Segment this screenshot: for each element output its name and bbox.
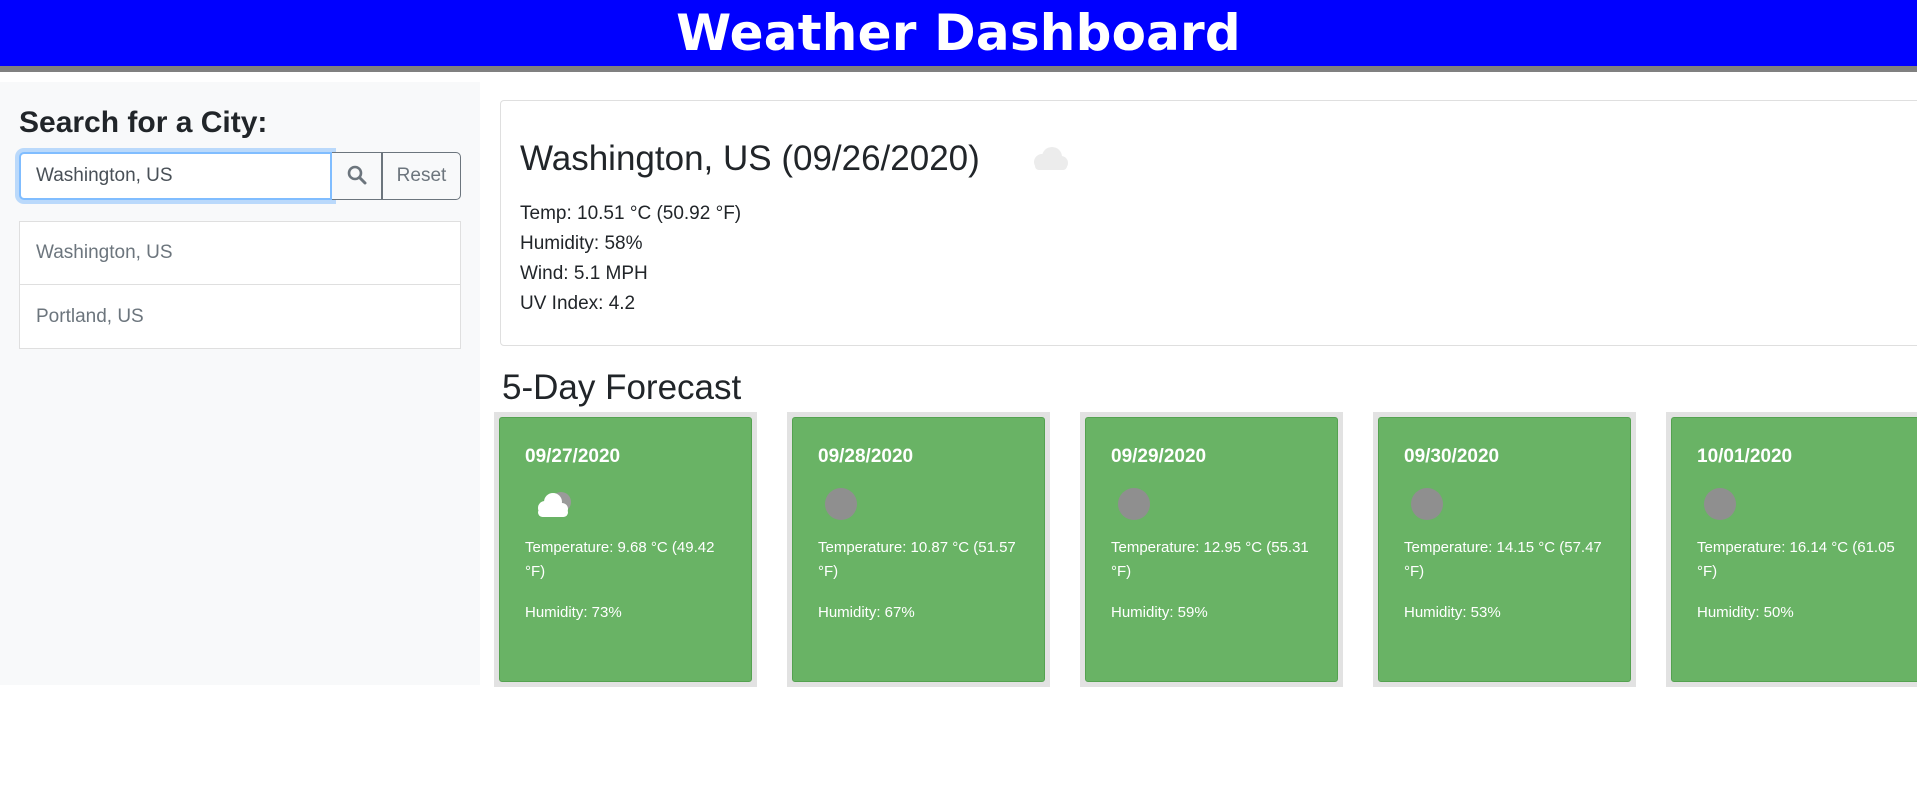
search-icon xyxy=(347,165,367,188)
history-item-washington[interactable]: Washington, US xyxy=(19,221,461,285)
forecast-card-body: 09/29/2020 Temperature: 12.95 °C (55.31 … xyxy=(1085,417,1338,682)
main-layout: Search for a City: Reset Washington, US … xyxy=(0,82,1917,687)
app-header: Weather Dashboard xyxy=(0,0,1917,72)
weather-icon xyxy=(1410,484,1606,524)
search-history-list: Washington, US Portland, US xyxy=(19,221,461,349)
forecast-humidity: Humidity: 59% xyxy=(1111,604,1208,621)
forecast-humidity: Humidity: 50% xyxy=(1697,604,1794,621)
forecast-card-day-1: 09/27/2020 Temperature: 9.68 °C (49.42 °… xyxy=(494,412,757,687)
forecast-date: 09/28/2020 xyxy=(818,446,914,467)
forecast-card-day-5: 10/01/2020 Temperature: 16.14 °C (61.05 … xyxy=(1666,412,1917,687)
search-sidebar: Search for a City: Reset Washington, US … xyxy=(0,82,480,685)
weather-icon xyxy=(824,484,1020,524)
forecast-date: 09/30/2020 xyxy=(1404,446,1500,467)
weather-content: Washington, US (09/26/2020) Temp: 10.51 … xyxy=(480,82,1917,687)
cloud-icon xyxy=(1026,145,1070,173)
city-search-input[interactable] xyxy=(19,152,332,200)
search-form: Reset xyxy=(19,152,461,200)
current-wind: Wind: 5.1 MPH xyxy=(520,263,648,284)
forecast-temperature: Temperature: 16.14 °C (61.05 °F) xyxy=(1697,539,1895,580)
partly-cloudy-icon xyxy=(531,484,727,524)
forecast-row: 09/27/2020 Temperature: 9.68 °C (49.42 °… xyxy=(494,412,1917,687)
reset-button[interactable]: Reset xyxy=(382,152,461,200)
history-item-portland[interactable]: Portland, US xyxy=(19,285,461,349)
current-uv-index: UV Index: 4.2 xyxy=(520,293,636,314)
forecast-card-body: 09/27/2020 Temperature: 9.68 °C (49.42 °… xyxy=(499,417,752,682)
forecast-temperature: Temperature: 10.87 °C (51.57 °F) xyxy=(818,539,1016,580)
forecast-date: 09/27/2020 xyxy=(525,446,621,467)
forecast-humidity: Humidity: 53% xyxy=(1404,604,1501,621)
city-title-row: Washington, US (09/26/2020) xyxy=(520,139,1909,179)
forecast-humidity: Humidity: 73% xyxy=(525,604,622,621)
forecast-card-day-4: 09/30/2020 Temperature: 14.15 °C (57.47 … xyxy=(1373,412,1636,687)
forecast-card-body: 09/30/2020 Temperature: 14.15 °C (57.47 … xyxy=(1378,417,1631,682)
forecast-card-body: 09/28/2020 Temperature: 10.87 °C (51.57 … xyxy=(792,417,1045,682)
forecast-card-body: 10/01/2020 Temperature: 16.14 °C (61.05 … xyxy=(1671,417,1917,682)
forecast-date: 10/01/2020 xyxy=(1697,446,1793,467)
app-title: Weather Dashboard xyxy=(676,4,1241,62)
current-temp: Temp: 10.51 °C (50.92 °F) xyxy=(520,203,742,224)
forecast-temperature: Temperature: 14.15 °C (57.47 °F) xyxy=(1404,539,1602,580)
city-title: Washington, US (09/26/2020) xyxy=(520,139,980,178)
forecast-card-day-3: 09/29/2020 Temperature: 12.95 °C (55.31 … xyxy=(1080,412,1343,687)
current-humidity: Humidity: 58% xyxy=(520,233,643,254)
weather-icon xyxy=(1117,484,1313,524)
forecast-date: 09/29/2020 xyxy=(1111,446,1207,467)
current-weather-card: Washington, US (09/26/2020) Temp: 10.51 … xyxy=(500,100,1917,346)
forecast-temperature: Temperature: 12.95 °C (55.31 °F) xyxy=(1111,539,1309,580)
forecast-heading: 5-Day Forecast xyxy=(502,368,742,407)
forecast-card-day-2: 09/28/2020 Temperature: 10.87 °C (51.57 … xyxy=(787,412,1050,687)
forecast-humidity: Humidity: 67% xyxy=(818,604,915,621)
search-button[interactable] xyxy=(332,152,382,200)
weather-icon xyxy=(1703,484,1899,524)
search-heading: Search for a City: xyxy=(19,106,268,139)
forecast-temperature: Temperature: 9.68 °C (49.42 °F) xyxy=(525,539,715,580)
